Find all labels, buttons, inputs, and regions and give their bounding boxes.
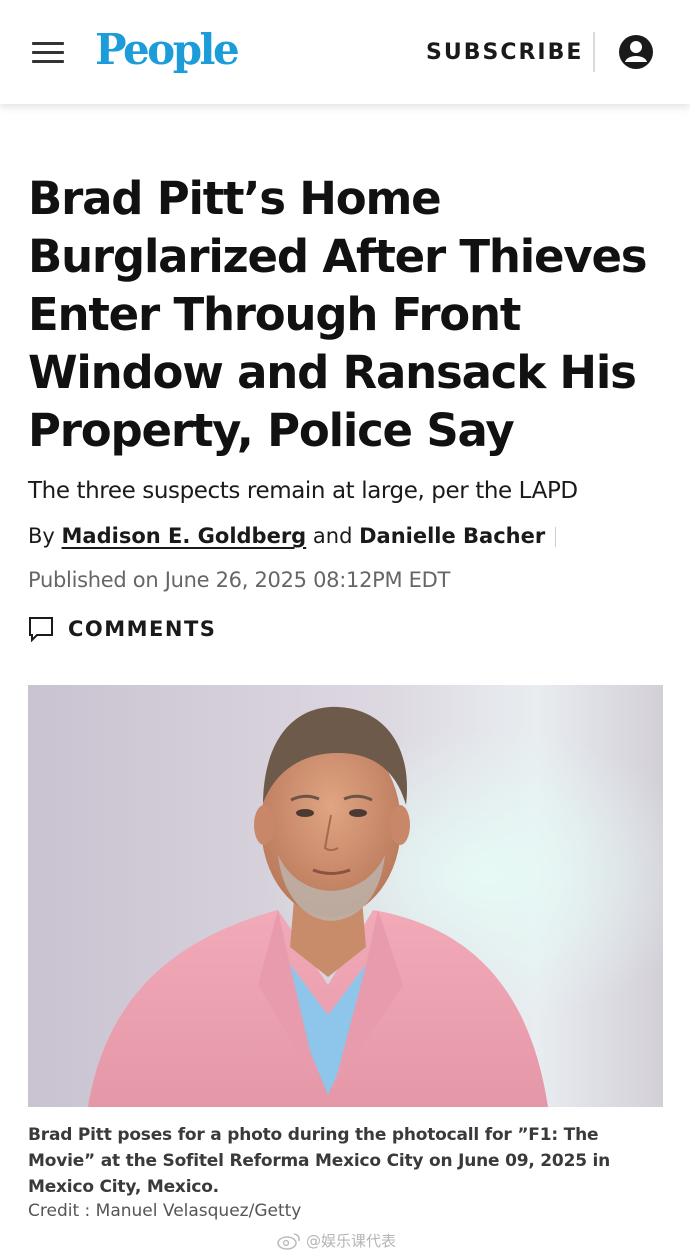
byline-conjunction: and <box>312 524 353 548</box>
byline: By Madison E. Goldberg and Danielle Bach… <box>28 518 668 554</box>
photo-credit: Credit : Manuel Velasquez/Getty <box>28 1201 302 1221</box>
comments-label: COMMENTS <box>68 617 217 641</box>
published-date: Published on June 26, 2025 08:12PM EDT <box>28 568 451 592</box>
watermark: @娱乐课代表 <box>276 1228 426 1254</box>
site-header: People SUBSCRIBE <box>0 0 690 104</box>
byline-prefix: By <box>28 524 55 548</box>
header-divider <box>593 32 595 72</box>
article-headline: Brad Pitt’s Home Burglarized After Thiev… <box>28 172 648 457</box>
comment-bubble-icon <box>29 617 53 642</box>
photo-caption: Brad Pitt poses for a photo during the p… <box>28 1125 611 1197</box>
article-subheadline: The three suspects remain at large, per … <box>28 478 578 504</box>
watermark-text: @娱乐课代表 <box>306 1232 397 1250</box>
account-icon[interactable] <box>618 34 654 70</box>
author-link-madison-goldberg[interactable]: Madison E. Goldberg <box>62 524 307 548</box>
hamburger-menu-icon[interactable] <box>32 40 66 66</box>
subscribe-button[interactable]: SUBSCRIBE <box>426 38 583 68</box>
author-name-danielle-bacher: Danielle Bacher <box>359 524 546 548</box>
comments-button[interactable]: COMMENTS <box>28 612 248 646</box>
weibo-icon <box>277 1233 300 1250</box>
people-logo[interactable]: People <box>95 22 240 78</box>
article-hero-photo[interactable] <box>28 685 663 1107</box>
byline-divider <box>555 527 557 547</box>
